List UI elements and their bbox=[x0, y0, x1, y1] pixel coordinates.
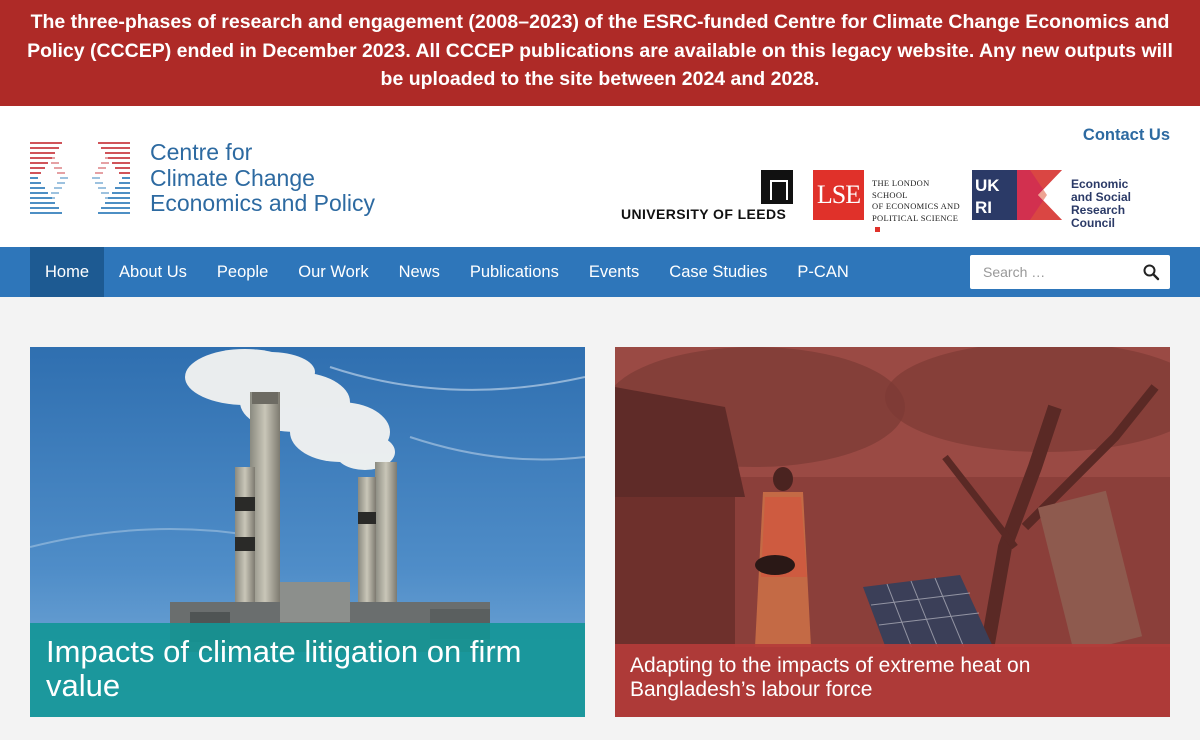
esrc-line: Research Council bbox=[1071, 203, 1126, 230]
esrc-wordmark: Economic and Social Research Council bbox=[1071, 178, 1172, 230]
nav-item-people[interactable]: People bbox=[202, 247, 283, 297]
lse-dot-icon bbox=[875, 227, 880, 232]
lse-line: of Economics and bbox=[872, 201, 960, 211]
announcement-text: The three-phases of research and engagem… bbox=[27, 11, 1173, 90]
ukri-mark-text: RI bbox=[975, 198, 992, 217]
cccep-logo-mark bbox=[30, 142, 130, 214]
nav-item-news[interactable]: News bbox=[384, 247, 455, 297]
search-input[interactable] bbox=[970, 255, 1135, 289]
nav-item-publications[interactable]: Publications bbox=[455, 247, 574, 297]
contact-us-link[interactable]: Contact Us bbox=[1083, 126, 1170, 145]
lse-wordmark: The London School of Economics and Polit… bbox=[872, 178, 963, 236]
ukri-mark: UK RI bbox=[972, 170, 1062, 220]
site-header: Centre for Climate Change Economics and … bbox=[0, 106, 1200, 247]
brand-line: Centre for bbox=[150, 139, 253, 165]
feature-title: Adapting to the impacts of extreme heat … bbox=[615, 644, 1170, 717]
feature-title: Impacts of climate litigation on firm va… bbox=[30, 623, 585, 717]
cccep-logo[interactable] bbox=[30, 140, 130, 216]
nav-item-about-us[interactable]: About Us bbox=[104, 247, 202, 297]
leeds-crest-icon bbox=[761, 170, 793, 204]
site-brand-name[interactable]: Centre for Climate Change Economics and … bbox=[150, 139, 375, 217]
nav-item-p-can[interactable]: P-CAN bbox=[782, 247, 863, 297]
nav-item-our-work[interactable]: Our Work bbox=[283, 247, 383, 297]
ukri-mark-text: UK bbox=[975, 176, 1000, 195]
leeds-wordmark: UNIVERSITY OF LEEDS bbox=[621, 206, 787, 222]
lse-line: The London School bbox=[872, 178, 930, 200]
lse-mark: LSE bbox=[813, 170, 864, 220]
ukri-esrc-logo[interactable]: UK RI Economic and Social Research Counc… bbox=[972, 170, 1172, 230]
brand-line: Climate Change bbox=[150, 164, 315, 191]
lse-line: Political Science bbox=[872, 212, 959, 223]
university-of-leeds-logo[interactable]: UNIVERSITY OF LEEDS bbox=[621, 170, 795, 222]
feature-card-extreme-heat[interactable]: Adapting to the impacts of extreme heat … bbox=[615, 347, 1170, 717]
brand-line: Economics and Policy bbox=[150, 190, 375, 216]
main-navigation: Home About Us People Our Work News Publicatio… bbox=[0, 247, 1200, 297]
search-icon[interactable] bbox=[1142, 263, 1160, 281]
feature-card-climate-litigation[interactable]: Impacts of climate litigation on firm va… bbox=[30, 347, 585, 717]
announcement-banner: The three-phases of research and engagem… bbox=[0, 0, 1200, 106]
lse-logo[interactable]: LSE The London School of Economics and P… bbox=[813, 170, 963, 232]
nav-item-events[interactable]: Events bbox=[574, 247, 654, 297]
nav-menu: Home About Us People Our Work News Publicatio… bbox=[30, 247, 864, 297]
search-box bbox=[970, 255, 1170, 289]
nav-item-case-studies[interactable]: Case Studies bbox=[654, 247, 782, 297]
nav-item-home[interactable]: Home bbox=[30, 247, 105, 297]
